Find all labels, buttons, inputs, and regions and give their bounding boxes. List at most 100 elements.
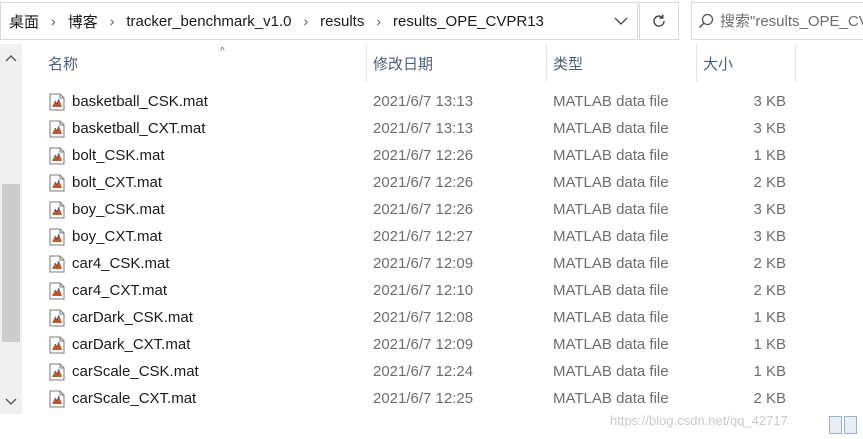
matlab-file-icon bbox=[48, 120, 72, 138]
matlab-file-icon bbox=[48, 255, 72, 273]
file-type: MATLAB data file bbox=[553, 390, 669, 407]
file-name: boy_CSK.mat bbox=[72, 201, 165, 218]
file-date: 2021/6/7 12:10 bbox=[373, 282, 474, 299]
file-row[interactable]: boy_CSK.mat 2021/6/7 12:26 MATLAB data fil… bbox=[22, 196, 863, 223]
address-bar: 桌面 › 博客 › tracker_benchmark_v1.0 › results ›… bbox=[0, 0, 863, 44]
file-row[interactable]: bolt_CSK.mat 2021/6/7 12:26 MATLAB data fi… bbox=[22, 142, 863, 169]
file-name-cell[interactable]: car4_CSK.mat bbox=[48, 250, 170, 277]
file-name: carScale_CXT.mat bbox=[72, 390, 197, 407]
file-date: 2021/6/7 12:09 bbox=[373, 255, 474, 272]
file-type: MATLAB data file bbox=[553, 336, 669, 353]
scroll-down-icon[interactable] bbox=[0, 390, 22, 414]
breadcrumb-item-blog[interactable]: 博客 › bbox=[60, 3, 119, 39]
breadcrumb-item-results[interactable]: results › bbox=[312, 3, 385, 39]
file-size: 2 KB bbox=[753, 390, 786, 407]
file-name: carDark_CXT.mat bbox=[72, 336, 191, 353]
column-headers: 名称 ^ 修改日期 类型 大小 bbox=[22, 44, 863, 86]
matlab-file-icon bbox=[48, 93, 72, 111]
file-name-cell[interactable]: boy_CSK.mat bbox=[48, 196, 165, 223]
file-size: 3 KB bbox=[753, 93, 786, 110]
file-date: 2021/6/7 13:13 bbox=[373, 93, 474, 110]
scroll-up-icon[interactable] bbox=[0, 46, 22, 70]
file-row[interactable]: car4_CSK.mat 2021/6/7 12:09 MATLAB data fi… bbox=[22, 250, 863, 277]
matlab-file-icon bbox=[48, 282, 72, 300]
file-name-cell[interactable]: bolt_CSK.mat bbox=[48, 142, 165, 169]
file-size: 3 KB bbox=[753, 120, 786, 137]
file-type: MATLAB data file bbox=[553, 120, 669, 137]
matlab-file-icon bbox=[48, 228, 72, 246]
file-date: 2021/6/7 13:13 bbox=[373, 120, 474, 137]
file-type: MATLAB data file bbox=[553, 147, 669, 164]
file-name: basketball_CXT.mat bbox=[72, 120, 206, 137]
chevron-right-icon: › bbox=[109, 13, 115, 29]
file-name-cell[interactable]: bolt_CXT.mat bbox=[48, 169, 162, 196]
column-header-date[interactable]: 修改日期 bbox=[366, 44, 546, 82]
file-name-cell[interactable]: carScale_CSK.mat bbox=[48, 358, 199, 385]
file-row[interactable]: basketball_CSK.mat 2021/6/7 13:13 MATLAB d… bbox=[22, 88, 863, 115]
file-date: 2021/6/7 12:26 bbox=[373, 174, 474, 191]
file-type: MATLAB data file bbox=[553, 93, 669, 110]
file-name-cell[interactable]: carDark_CSK.mat bbox=[48, 304, 193, 331]
file-row[interactable]: car4_CXT.mat 2021/6/7 12:10 MATLAB data fi… bbox=[22, 277, 863, 304]
file-name: basketball_CSK.mat bbox=[72, 93, 208, 110]
file-row[interactable]: carScale_CSK.mat 2021/6/7 12:24 MATLAB dat… bbox=[22, 358, 863, 385]
watermark: https://blog.csdn.net/qq_42717 bbox=[610, 413, 788, 428]
view-toggle[interactable] bbox=[829, 414, 861, 436]
file-size: 1 KB bbox=[753, 147, 786, 164]
file-name-cell[interactable]: basketball_CXT.mat bbox=[48, 115, 205, 142]
refresh-icon bbox=[653, 14, 665, 27]
column-header-name[interactable]: 名称 ^ bbox=[42, 44, 364, 82]
matlab-file-icon bbox=[48, 309, 72, 327]
breadcrumb-item-desktop[interactable]: 桌面 › bbox=[1, 3, 60, 39]
file-name-cell[interactable]: carDark_CXT.mat bbox=[48, 331, 190, 358]
breadcrumb[interactable]: 桌面 › 博客 › tracker_benchmark_v1.0 › results ›… bbox=[0, 2, 638, 40]
breadcrumb-item-tracker-benchmark[interactable]: tracker_benchmark_v1.0 › bbox=[118, 3, 312, 39]
file-row[interactable]: basketball_CXT.mat 2021/6/7 13:13 MATLAB d… bbox=[22, 115, 863, 142]
search-icon bbox=[692, 12, 720, 30]
file-type: MATLAB data file bbox=[553, 255, 669, 272]
chevron-down-icon[interactable] bbox=[605, 3, 637, 39]
file-name: bolt_CXT.mat bbox=[72, 174, 163, 191]
chevron-right-icon: › bbox=[51, 13, 56, 29]
file-date: 2021/6/7 12:09 bbox=[373, 336, 474, 353]
file-name-cell[interactable]: basketball_CSK.mat bbox=[48, 88, 208, 115]
file-row[interactable]: boy_CXT.mat 2021/6/7 12:27 MATLAB data fil… bbox=[22, 223, 863, 250]
file-type: MATLAB data file bbox=[553, 201, 669, 218]
file-size: 1 KB bbox=[753, 309, 786, 326]
file-row[interactable]: carScale_CXT.mat 2021/6/7 12:25 MATLAB dat… bbox=[22, 385, 863, 412]
scrollbar-thumb[interactable] bbox=[2, 184, 20, 342]
file-name-cell[interactable]: boy_CXT.mat bbox=[48, 223, 162, 250]
file-name: carDark_CSK.mat bbox=[72, 309, 193, 326]
column-header-size[interactable]: 大小 bbox=[696, 44, 796, 82]
file-size: 3 KB bbox=[753, 228, 786, 245]
file-date: 2021/6/7 12:26 bbox=[373, 201, 474, 218]
file-list: basketball_CSK.mat 2021/6/7 13:13 MATLAB d… bbox=[22, 88, 863, 412]
file-row[interactable]: carDark_CSK.mat 2021/6/7 12:08 MATLAB data… bbox=[22, 304, 863, 331]
file-date: 2021/6/7 12:24 bbox=[373, 363, 474, 380]
matlab-file-icon bbox=[48, 336, 72, 354]
file-type: MATLAB data file bbox=[553, 282, 669, 299]
search-box[interactable] bbox=[691, 2, 863, 40]
matlab-file-icon bbox=[48, 201, 72, 219]
chevron-right-icon: › bbox=[376, 13, 381, 29]
file-type: MATLAB data file bbox=[553, 309, 669, 326]
file-date: 2021/6/7 12:27 bbox=[373, 228, 474, 245]
file-size: 2 KB bbox=[753, 282, 786, 299]
file-name-cell[interactable]: carScale_CXT.mat bbox=[48, 385, 196, 412]
file-row[interactable]: carDark_CXT.mat 2021/6/7 12:09 MATLAB data… bbox=[22, 331, 863, 358]
refresh-button[interactable] bbox=[639, 2, 679, 40]
file-size: 2 KB bbox=[753, 255, 786, 272]
file-name: carScale_CSK.mat bbox=[72, 363, 199, 380]
details-view-icon[interactable] bbox=[829, 416, 842, 434]
file-row[interactable]: bolt_CXT.mat 2021/6/7 12:26 MATLAB data fi… bbox=[22, 169, 863, 196]
file-name-cell[interactable]: car4_CXT.mat bbox=[48, 277, 167, 304]
search-input[interactable] bbox=[720, 12, 863, 30]
vertical-scrollbar[interactable] bbox=[0, 44, 22, 414]
breadcrumb-item-current[interactable]: results_OPE_CVPR13 bbox=[385, 3, 544, 39]
large-icons-view-icon[interactable] bbox=[844, 416, 857, 434]
file-date: 2021/6/7 12:08 bbox=[373, 309, 474, 326]
file-size: 1 KB bbox=[753, 336, 786, 353]
file-name: boy_CXT.mat bbox=[72, 228, 163, 245]
file-date: 2021/6/7 12:26 bbox=[373, 147, 474, 164]
column-header-type[interactable]: 类型 bbox=[546, 44, 696, 82]
